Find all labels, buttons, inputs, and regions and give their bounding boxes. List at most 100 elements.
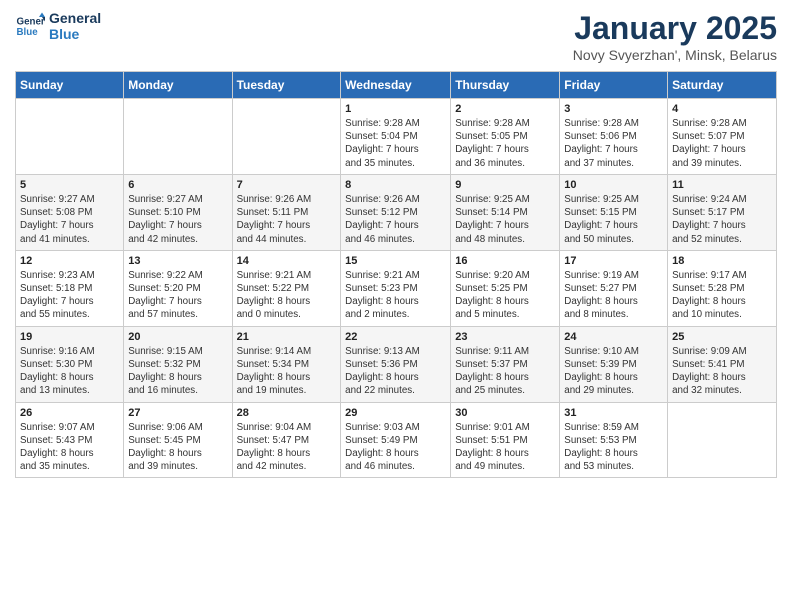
- calendar-cell: 15Sunrise: 9:21 AM Sunset: 5:23 PM Dayli…: [341, 250, 451, 326]
- calendar-cell: [124, 99, 232, 175]
- day-info: Sunrise: 9:27 AM Sunset: 5:08 PM Dayligh…: [20, 193, 119, 246]
- day-number: 27: [128, 407, 227, 419]
- calendar-week-row: 26 Sunrise: 9:07 AM Sunset: 5:43 PM Dayli…: [16, 402, 777, 478]
- day-number: 16: [455, 255, 555, 267]
- calendar-cell: 25 Sunrise: 9:09 AM Sunset: 5:41 PM Dayli…: [668, 326, 777, 402]
- day-info: Sunrise: 9:25 AM Sunset: 5:14 PM Dayligh…: [455, 193, 555, 246]
- day-number: 21: [237, 331, 337, 343]
- calendar-cell: 18 Sunrise: 9:17 AM Sunset: 5:28 PM Dayli…: [668, 250, 777, 326]
- page-container: General Blue General Blue January 2025 N…: [0, 0, 792, 488]
- header: General Blue General Blue January 2025 N…: [15, 10, 777, 63]
- day-number: 18: [672, 255, 772, 267]
- calendar-cell: 16 Sunrise: 9:20 AM Sunset: 5:25 PM Dayli…: [451, 250, 560, 326]
- day-number: 4: [672, 103, 772, 115]
- weekday-header-row: SundayMondayTuesdayWednesdayThursdayFrid…: [16, 72, 777, 99]
- location-title: Novy Svyerzhan', Minsk, Belarus: [573, 47, 777, 63]
- day-info: Sunrise: 9:23 AM Sunset: 5:18 PM Dayligh…: [20, 269, 119, 322]
- day-info: Sunrise: 9:24 AM Sunset: 5:17 PM Dayligh…: [672, 193, 772, 246]
- weekday-header: Thursday: [451, 72, 560, 99]
- calendar-cell: 28 Sunrise: 9:04 AM Sunset: 5:47 PM Dayli…: [232, 402, 341, 478]
- calendar-cell: 26 Sunrise: 9:07 AM Sunset: 5:43 PM Dayli…: [16, 402, 124, 478]
- day-number: 31: [564, 407, 663, 419]
- day-number: 30: [455, 407, 555, 419]
- day-number: 7: [237, 179, 337, 191]
- day-info: Sunrise: 9:01 AM Sunset: 5:51 PM Dayligh…: [455, 421, 555, 474]
- day-info: Sunrise: 9:17 AM Sunset: 5:28 PM Dayligh…: [672, 269, 772, 322]
- calendar-cell: 4 Sunrise: 9:28 AM Sunset: 5:07 PM Daylig…: [668, 99, 777, 175]
- calendar-cell: [232, 99, 341, 175]
- day-number: 28: [237, 407, 337, 419]
- calendar-cell: 31 Sunrise: 8:59 AM Sunset: 5:53 PM Dayli…: [560, 402, 668, 478]
- day-number: 22: [345, 331, 446, 343]
- weekday-header: Tuesday: [232, 72, 341, 99]
- day-info: Sunrise: 9:19 AM Sunset: 5:27 PM Dayligh…: [564, 269, 663, 322]
- weekday-header: Saturday: [668, 72, 777, 99]
- day-info: Sunrise: 9:21 AM Sunset: 5:23 PM Dayligh…: [345, 269, 446, 322]
- calendar-cell: 30 Sunrise: 9:01 AM Sunset: 5:51 PM Dayli…: [451, 402, 560, 478]
- day-info: Sunrise: 9:25 AM Sunset: 5:15 PM Dayligh…: [564, 193, 663, 246]
- calendar-week-row: 19Sunrise: 9:16 AM Sunset: 5:30 PM Dayli…: [16, 326, 777, 402]
- day-number: 6: [128, 179, 227, 191]
- day-info: Sunrise: 9:28 AM Sunset: 5:05 PM Dayligh…: [455, 117, 555, 170]
- calendar-cell: 22 Sunrise: 9:13 AM Sunset: 5:36 PM Dayli…: [341, 326, 451, 402]
- logo-general: General: [49, 10, 101, 26]
- day-info: Sunrise: 9:20 AM Sunset: 5:25 PM Dayligh…: [455, 269, 555, 322]
- day-number: 3: [564, 103, 663, 115]
- calendar-cell: 19Sunrise: 9:16 AM Sunset: 5:30 PM Dayli…: [16, 326, 124, 402]
- day-info: Sunrise: 9:28 AM Sunset: 5:07 PM Dayligh…: [672, 117, 772, 170]
- calendar-cell: 9 Sunrise: 9:25 AM Sunset: 5:14 PM Daylig…: [451, 174, 560, 250]
- calendar-cell: 20Sunrise: 9:15 AM Sunset: 5:32 PM Dayli…: [124, 326, 232, 402]
- day-number: 11: [672, 179, 772, 191]
- day-info: Sunrise: 9:03 AM Sunset: 5:49 PM Dayligh…: [345, 421, 446, 474]
- calendar-cell: 6Sunrise: 9:27 AM Sunset: 5:10 PM Daylig…: [124, 174, 232, 250]
- calendar-cell: 2 Sunrise: 9:28 AM Sunset: 5:05 PM Daylig…: [451, 99, 560, 175]
- weekday-header: Wednesday: [341, 72, 451, 99]
- calendar-cell: 23 Sunrise: 9:11 AM Sunset: 5:37 PM Dayli…: [451, 326, 560, 402]
- calendar-cell: [668, 402, 777, 478]
- day-number: 2: [455, 103, 555, 115]
- day-number: 24: [564, 331, 663, 343]
- calendar-cell: 29 Sunrise: 9:03 AM Sunset: 5:49 PM Dayli…: [341, 402, 451, 478]
- day-info: Sunrise: 9:07 AM Sunset: 5:43 PM Dayligh…: [20, 421, 119, 474]
- calendar-cell: 3Sunrise: 9:28 AM Sunset: 5:06 PM Daylig…: [560, 99, 668, 175]
- calendar-cell: 7Sunrise: 9:26 AM Sunset: 5:11 PM Daylig…: [232, 174, 341, 250]
- calendar-cell: 24Sunrise: 9:10 AM Sunset: 5:39 PM Dayli…: [560, 326, 668, 402]
- day-number: 25: [672, 331, 772, 343]
- title-area: January 2025 Novy Svyerzhan', Minsk, Bel…: [573, 10, 777, 63]
- weekday-header: Friday: [560, 72, 668, 99]
- calendar-cell: 5 Sunrise: 9:27 AM Sunset: 5:08 PM Daylig…: [16, 174, 124, 250]
- day-number: 17: [564, 255, 663, 267]
- weekday-header: Monday: [124, 72, 232, 99]
- day-number: 8: [345, 179, 446, 191]
- calendar-week-row: 5 Sunrise: 9:27 AM Sunset: 5:08 PM Daylig…: [16, 174, 777, 250]
- day-number: 10: [564, 179, 663, 191]
- calendar-cell: 27Sunrise: 9:06 AM Sunset: 5:45 PM Dayli…: [124, 402, 232, 478]
- day-info: Sunrise: 9:04 AM Sunset: 5:47 PM Dayligh…: [237, 421, 337, 474]
- day-info: Sunrise: 9:21 AM Sunset: 5:22 PM Dayligh…: [237, 269, 337, 322]
- day-number: 1: [345, 103, 446, 115]
- day-number: 5: [20, 179, 119, 191]
- day-info: Sunrise: 9:22 AM Sunset: 5:20 PM Dayligh…: [128, 269, 227, 322]
- calendar-cell: 13Sunrise: 9:22 AM Sunset: 5:20 PM Dayli…: [124, 250, 232, 326]
- calendar-cell: 21Sunrise: 9:14 AM Sunset: 5:34 PM Dayli…: [232, 326, 341, 402]
- calendar-cell: 11 Sunrise: 9:24 AM Sunset: 5:17 PM Dayli…: [668, 174, 777, 250]
- calendar-week-row: 12 Sunrise: 9:23 AM Sunset: 5:18 PM Dayli…: [16, 250, 777, 326]
- day-number: 12: [20, 255, 119, 267]
- day-info: Sunrise: 9:09 AM Sunset: 5:41 PM Dayligh…: [672, 345, 772, 398]
- day-info: Sunrise: 9:28 AM Sunset: 5:04 PM Dayligh…: [345, 117, 446, 170]
- calendar-cell: 1 Sunrise: 9:28 AM Sunset: 5:04 PM Daylig…: [341, 99, 451, 175]
- day-number: 23: [455, 331, 555, 343]
- month-title: January 2025: [573, 10, 777, 47]
- day-number: 9: [455, 179, 555, 191]
- calendar-cell: 17 Sunrise: 9:19 AM Sunset: 5:27 PM Dayli…: [560, 250, 668, 326]
- day-info: Sunrise: 9:11 AM Sunset: 5:37 PM Dayligh…: [455, 345, 555, 398]
- day-info: Sunrise: 8:59 AM Sunset: 5:53 PM Dayligh…: [564, 421, 663, 474]
- day-info: Sunrise: 9:13 AM Sunset: 5:36 PM Dayligh…: [345, 345, 446, 398]
- day-number: 14: [237, 255, 337, 267]
- calendar-cell: 12 Sunrise: 9:23 AM Sunset: 5:18 PM Dayli…: [16, 250, 124, 326]
- day-number: 29: [345, 407, 446, 419]
- calendar-cell: [16, 99, 124, 175]
- day-number: 26: [20, 407, 119, 419]
- svg-text:Blue: Blue: [17, 27, 39, 38]
- day-info: Sunrise: 9:26 AM Sunset: 5:12 PM Dayligh…: [345, 193, 446, 246]
